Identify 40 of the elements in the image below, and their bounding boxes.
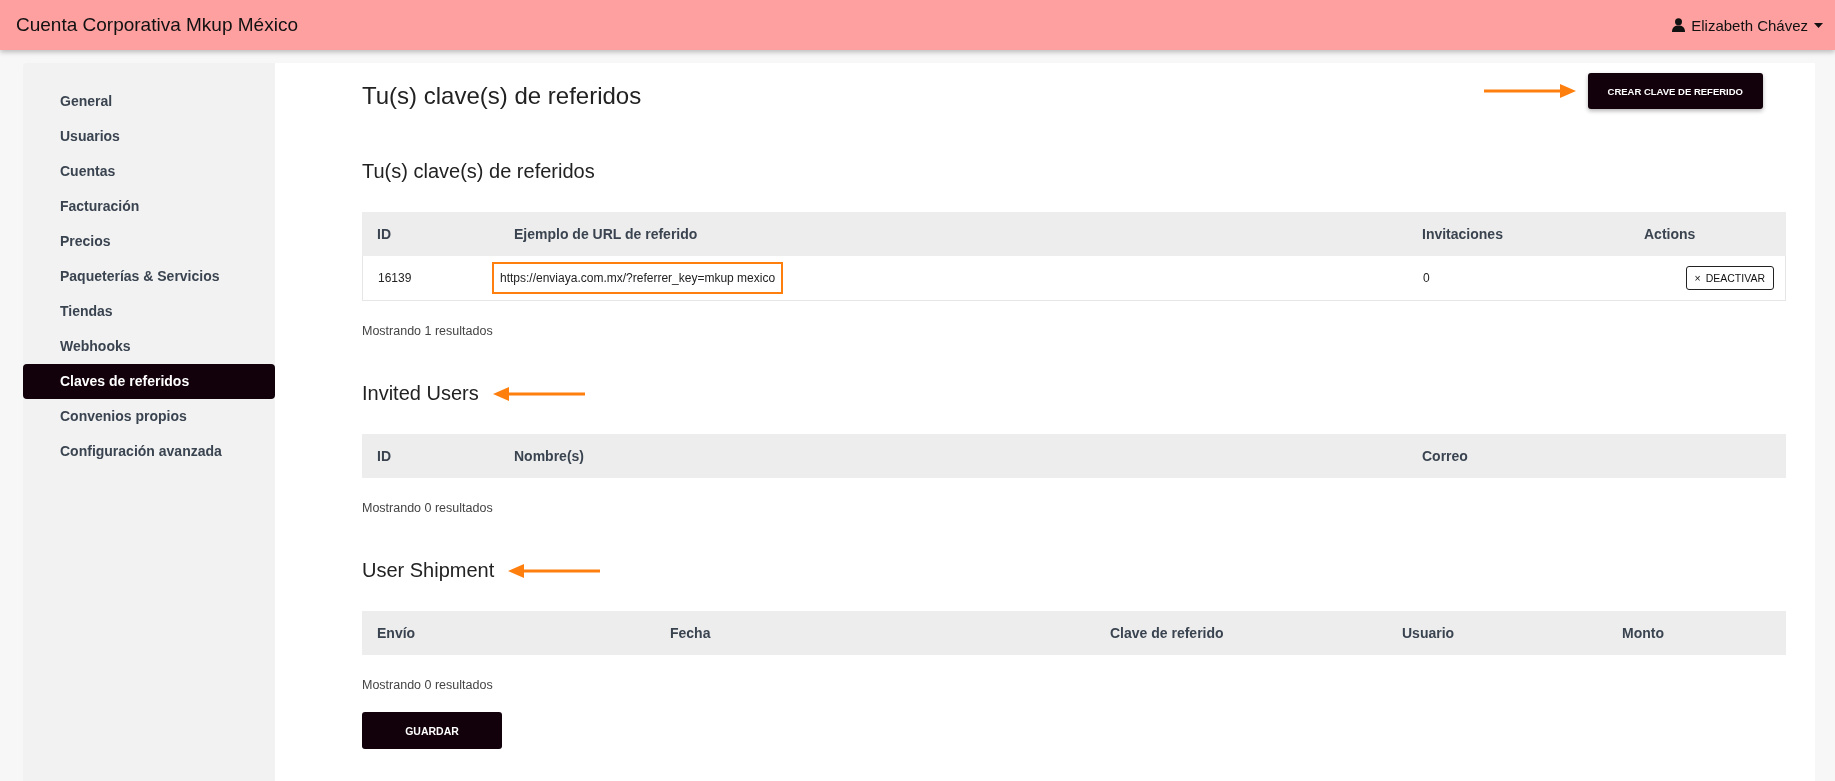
column-header: Clave de referido: [1109, 625, 1225, 641]
caret-icon: [1814, 22, 1823, 28]
section-title: Invited Users: [362, 382, 479, 405]
section-title: Tu(s) clave(s) de referidos: [362, 160, 595, 183]
sidebar-item[interactable]: Tiendas: [23, 294, 275, 329]
referral-url: https://enviaya.com.mx/?referrer_key=mkup mexico: [492, 262, 784, 294]
column-header: Invitaciones: [1421, 226, 1504, 242]
user-menu[interactable]: Elizabeth Chávez: [1672, 16, 1823, 34]
sidebar-item[interactable]: Usuarios: [23, 119, 275, 154]
page-title: Tu(s) clave(s) de referidos: [362, 82, 642, 110]
save-button[interactable]: GUARDAR: [362, 712, 502, 749]
column-header: Monto: [1621, 625, 1665, 641]
results-count: Mostrando 0 resultados: [362, 678, 494, 692]
results-count: Mostrando 0 resultados: [362, 501, 494, 515]
column-header: Envío: [376, 625, 417, 641]
sidebar-item[interactable]: Precios: [23, 224, 275, 259]
column-header: Nombre(s): [513, 448, 585, 464]
column-header: ID: [376, 448, 392, 464]
sidebar-item[interactable]: General: [23, 84, 275, 119]
column-header: Usuario: [1401, 625, 1456, 641]
column-header: Correo: [1421, 448, 1469, 464]
sidebar-item[interactable]: Claves de referidos: [23, 364, 275, 399]
section-title: User Shipment: [362, 559, 495, 582]
sidebar-item[interactable]: Webhooks: [23, 329, 275, 364]
user-icon: [1672, 18, 1686, 32]
sidebar-item[interactable]: Facturación: [23, 189, 275, 224]
sidebar-item[interactable]: Paqueterías & Servicios: [23, 259, 275, 294]
sidebar-item[interactable]: Cuentas: [23, 154, 275, 189]
create-referral-key-button[interactable]: CREAR CLAVE DE REFERIDO: [1587, 73, 1763, 109]
column-header: Fecha: [669, 625, 712, 641]
column-header: Ejemplo de URL de referido: [513, 226, 699, 242]
sidebar-item[interactable]: Convenios propios: [23, 399, 275, 434]
table-cell-text: 0: [1422, 271, 1431, 285]
sidebar-item[interactable]: Configuración avanzada: [23, 434, 275, 469]
column-header: Actions: [1643, 226, 1697, 242]
deactivate-button[interactable]: × DEACTIVAR: [1685, 266, 1774, 290]
column-header: ID: [376, 226, 392, 242]
results-count: Mostrando 1 resultados: [362, 324, 494, 338]
table-cell-text: 16139: [377, 271, 413, 285]
app-title: Cuenta Corporativa Mkup México: [16, 14, 298, 36]
